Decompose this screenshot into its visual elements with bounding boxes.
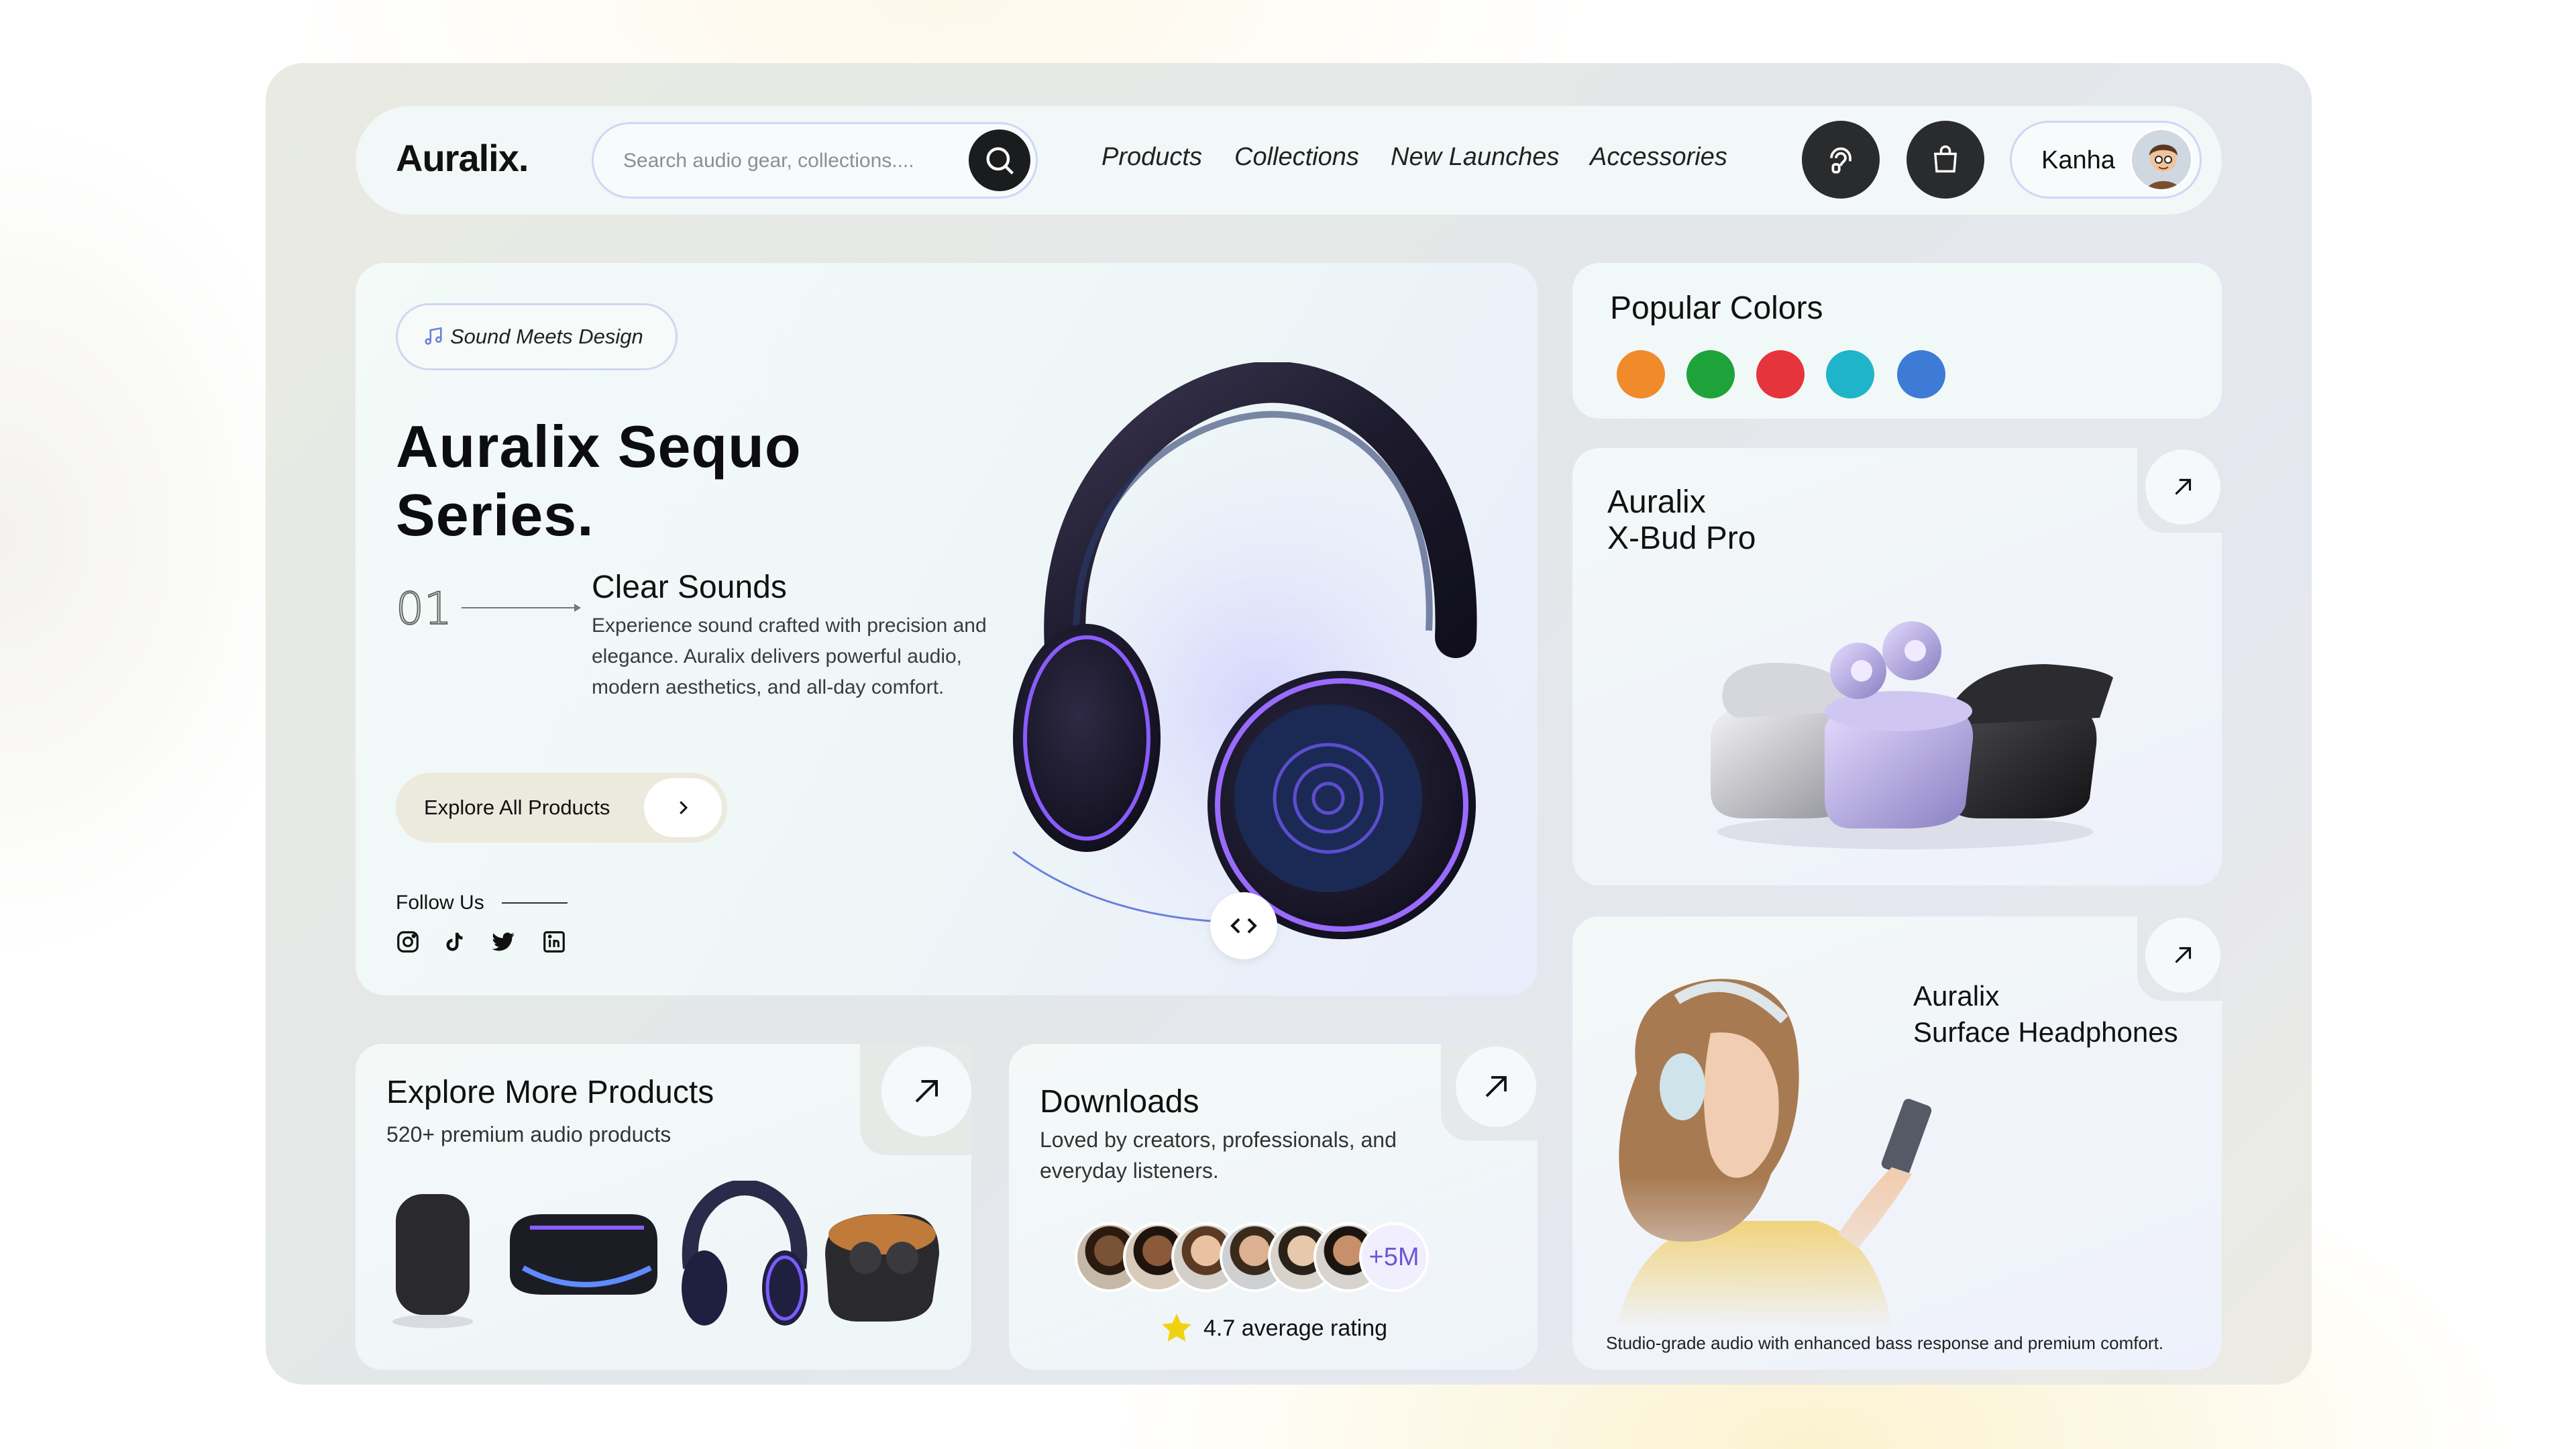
product-thumbnails <box>392 1181 939 1328</box>
downloads-subtitle: Loved by creators, professionals, and ev… <box>1040 1128 1397 1183</box>
search-bar <box>592 122 1038 199</box>
nav-new-launches[interactable]: New Launches <box>1391 141 1559 173</box>
explore-more-open-button[interactable] <box>881 1046 971 1136</box>
explore-all-label: Explore All Products <box>424 796 610 819</box>
feature-number: 01 <box>395 582 453 635</box>
feature-description: Experience sound crafted with precision … <box>592 614 987 698</box>
woman-with-headphones-image <box>1617 979 1932 1328</box>
explore-all-products-button[interactable]: Explore All Products <box>396 773 727 843</box>
arrow-up-right-icon <box>915 1080 938 1103</box>
nav-collections[interactable]: Collections <box>1234 141 1359 173</box>
search-button[interactable] <box>969 129 1030 191</box>
follow-us-label: Follow Us <box>396 892 484 914</box>
explore-more-title: Explore More Products <box>386 1075 714 1110</box>
star-icon <box>1162 1313 1191 1342</box>
popular-colors-card <box>1572 263 2222 419</box>
support-button[interactable] <box>1802 121 1880 199</box>
xbud-title-line1: Auralix <box>1607 484 1706 520</box>
feature-title: Clear Sounds <box>592 570 787 605</box>
user-profile-button[interactable]: Kanha <box>2010 121 2202 199</box>
color-swatch-cyan[interactable] <box>1826 350 1874 398</box>
surface-caption: Studio-grade audio with enhanced bass re… <box>1606 1333 2164 1353</box>
instagram-icon[interactable] <box>394 928 421 955</box>
arrow-up-right-icon <box>2175 478 2192 495</box>
search-icon <box>986 147 1014 175</box>
shopping-bag-icon <box>1933 145 1957 173</box>
user-name: Kanha <box>2041 146 2115 174</box>
cart-button[interactable] <box>1907 121 1984 199</box>
tagline-text: Sound Meets Design <box>450 325 643 348</box>
color-swatch-green[interactable] <box>1686 350 1735 398</box>
arrow-up-right-icon <box>1485 1076 1507 1097</box>
color-swatch-blue[interactable] <box>1897 350 1945 398</box>
downloads-title: Downloads <box>1040 1084 1199 1120</box>
nav-products[interactable]: Products <box>1102 141 1202 173</box>
xbud-title-line2: X-Bud Pro <box>1607 521 1756 556</box>
headset-icon <box>1830 147 1851 174</box>
tiktok-icon[interactable] <box>440 928 467 955</box>
popular-colors-title: Popular Colors <box>1610 290 1823 326</box>
chevron-right-icon <box>644 778 722 837</box>
tagline-pill: Sound Meets Design <box>396 303 678 370</box>
surface-open-button[interactable] <box>2145 918 2220 993</box>
twitter-icon[interactable] <box>490 928 517 955</box>
brand-logo[interactable]: Auralix. <box>396 134 529 182</box>
xbud-open-button[interactable] <box>2145 449 2220 525</box>
chevron-left-right-icon <box>1230 918 1257 934</box>
music-note-icon <box>422 325 445 348</box>
downloads-count-badge: +5M <box>1359 1222 1429 1292</box>
earbuds-product-image <box>1711 621 2113 849</box>
color-swatch-red[interactable] <box>1756 350 1805 398</box>
arrow-up-right-icon <box>2175 947 2192 963</box>
color-swatch-orange[interactable] <box>1617 350 1665 398</box>
hero-title: Auralix Sequo Series. <box>396 413 802 548</box>
explore-more-subtitle: 520+ premium audio products <box>386 1122 672 1146</box>
downloads-open-button[interactable] <box>1456 1046 1536 1127</box>
nav-accessories[interactable]: Accessories <box>1590 141 1727 173</box>
follow-divider <box>502 902 568 904</box>
avatar <box>2130 128 2193 191</box>
rating-text: 4.7 average rating <box>1203 1316 1388 1341</box>
linkedin-icon[interactable] <box>541 928 568 955</box>
rating-row: 4.7 average rating <box>1159 1311 1387 1346</box>
search-input[interactable] <box>623 144 932 178</box>
headphones-product-image <box>1012 362 1503 939</box>
carousel-nav-button[interactable] <box>1210 892 1277 959</box>
feature-arrow-line <box>462 604 581 612</box>
